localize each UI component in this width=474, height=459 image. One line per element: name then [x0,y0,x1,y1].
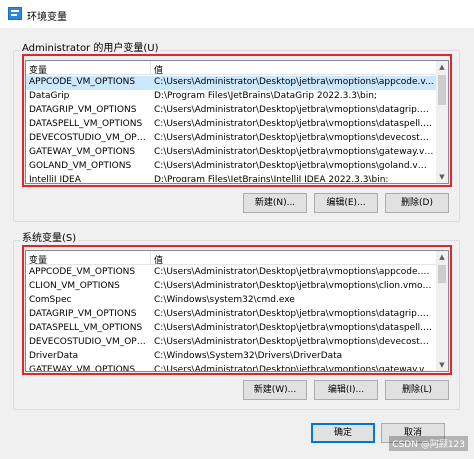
variable-name-cell: GATEWAY_VM_OPTIONS [29,365,136,372]
variable-value-cell: C:\Windows\system32\cmd.exe [154,295,295,305]
variable-value-cell: C:\Users\Administrator\Desktop\jetbra\vm… [154,337,434,347]
variable-value-cell: C:\Users\Administrator\Desktop\jetbra\vm… [154,161,434,171]
table-row[interactable]: GATEWAY_VM_OPTIONS C:\Users\Administrator… [26,146,436,160]
scroll-up-arrow-icon[interactable]: ▲ [436,251,448,263]
table-row[interactable]: DATASPELL_VM_OPTIONS C:\Users\Administrat… [26,322,436,336]
variable-name-cell: GATEWAY_VM_OPTIONS [29,147,136,157]
column-divider[interactable] [150,61,151,75]
system-vars-scrollbar[interactable]: ▲ ▼ [436,251,448,371]
variable-name-cell: DATASPELL_VM_OPTIONS [29,119,143,129]
variable-value-cell: C:\Users\Administrator\Desktop\jetbra\vm… [154,365,434,372]
table-row[interactable]: DataGrip D:\Program Files\JetBrains\DataG… [26,90,436,104]
variable-value-cell: C:\Users\Administrator\Desktop\jetbra\vm… [154,309,434,319]
variable-name-cell: DATAGRIP_VM_OPTIONS [29,309,137,319]
system-vars-label: 系统变量(S) [20,229,79,244]
variable-value-cell: C:\Users\Administrator\Desktop\jetbra\vm… [154,105,434,115]
variable-value-cell: C:\Users\Administrator\Desktop\jetbra\vm… [154,119,434,129]
user-delete-button[interactable]: 删除(D) [385,193,449,213]
table-row[interactable]: DEVECOSTUDIO_VM_OPTI... C:\Users\Administ… [26,336,436,350]
table-row[interactable]: GOLAND_VM_OPTIONS C:\Users\Administrator\… [26,160,436,174]
user-vars-label: Administrator 的用户变量(U) [20,39,161,54]
system-vars-header: 变量 值 [26,251,436,266]
variable-name-cell: CLION_VM_OPTIONS [29,281,120,291]
system-delete-button[interactable]: 删除(L) [385,380,449,400]
variable-name-cell: IntelliJ IDEA [29,175,81,182]
variable-value-cell: C:\Users\Administrator\Desktop\jetbra\vm… [154,281,434,291]
variable-name-cell: ComSpec [29,295,72,305]
variable-name-cell: DEVECOSTUDIO_VM_OPTI... [29,337,147,347]
table-row[interactable]: DATASPELL_VM_OPTIONS C:\Users\Administrat… [26,118,436,132]
system-vars-list[interactable]: 变量 值 APPCODE_VM_OPTIONS C:\Users\Administ… [25,250,449,372]
variable-value-cell: C:\Users\Administrator\Desktop\jetbra\vm… [154,267,434,277]
variable-name-cell: GOLAND_VM_OPTIONS [29,161,132,171]
system-edit-button[interactable]: 编辑(I)... [314,380,378,400]
table-row[interactable]: ComSpec C:\Windows\system32\cmd.exe [26,294,436,308]
variable-name-cell: DATAGRIP_VM_OPTIONS [29,105,137,115]
variable-name-cell: DEVECOSTUDIO_VM_OPTI... [29,133,147,143]
table-row[interactable]: DriverData C:\Windows\System32\Drivers\Dr… [26,350,436,364]
system-new-button[interactable]: 新建(W)... [243,380,307,400]
variable-name-cell: DATASPELL_VM_OPTIONS [29,323,143,333]
variable-value-cell: C:\Users\Administrator\Desktop\jetbra\vm… [154,323,434,333]
variable-value-cell: D:\Program Files\JetBrains\IntelliJ IDEA… [154,175,389,182]
table-row[interactable]: CLION_VM_OPTIONS C:\Users\Administrator\D… [26,280,436,294]
variable-value-cell: C:\Windows\System32\Drivers\DriverData [154,351,343,361]
scroll-down-arrow-icon[interactable]: ▼ [436,359,448,371]
window-title: 环境变量 [27,12,67,23]
environment-window-icon [8,7,22,20]
table-row[interactable]: GATEWAY_VM_OPTIONS C:\Users\Administrator… [26,364,436,372]
variable-value-cell: C:\Users\Administrator\Desktop\jetbra\vm… [154,147,434,157]
scroll-up-arrow-icon[interactable]: ▲ [436,61,448,73]
variable-value-cell: C:\Users\Administrator\Desktop\jetbra\vm… [154,77,434,87]
column-header-name[interactable]: 变量 [29,63,47,76]
table-row[interactable]: DATAGRIP_VM_OPTIONS C:\Users\Administrato… [26,104,436,118]
column-header-value[interactable]: 值 [154,63,163,76]
title-bar: 环境变量 [0,0,474,28]
column-divider[interactable] [150,251,151,265]
table-row[interactable]: APPCODE_VM_OPTIONS C:\Users\Administrator… [26,266,436,280]
scrollbar-thumb[interactable] [438,265,446,283]
variable-name-cell: DataGrip [29,91,70,101]
column-header-name[interactable]: 变量 [29,253,47,266]
variable-value-cell: C:\Users\Administrator\Desktop\jetbra\vm… [154,133,434,143]
scroll-down-arrow-icon[interactable]: ▼ [436,171,448,183]
table-row[interactable]: DEVECOSTUDIO_VM_OPTI... C:\Users\Administ… [26,132,436,146]
user-new-button[interactable]: 新建(N)... [243,193,307,213]
column-header-value[interactable]: 值 [154,253,163,266]
user-edit-button[interactable]: 编辑(E)... [314,193,378,213]
variable-name-cell: APPCODE_VM_OPTIONS [29,77,136,87]
user-vars-list[interactable]: 变量 值 APPCODE_VM_OPTIONS C:\Users\Administ… [25,60,449,184]
variable-name-cell: APPCODE_VM_OPTIONS [29,267,136,277]
scrollbar-thumb[interactable] [438,75,446,105]
user-vars-header: 变量 值 [26,61,436,76]
table-row[interactable]: APPCODE_VM_OPTIONS C:\Users\Administrator… [26,76,436,90]
variable-name-cell: DriverData [29,351,79,361]
table-row[interactable]: DATAGRIP_VM_OPTIONS C:\Users\Administrato… [26,308,436,322]
user-vars-scrollbar[interactable]: ▲ ▼ [436,61,448,183]
watermark: CSDN @阿顾123 [389,436,468,451]
table-row[interactable]: IntelliJ IDEA D:\Program Files\JetBrains\… [26,174,436,182]
ok-button[interactable]: 确定 [311,423,375,443]
variable-value-cell: D:\Program Files\JetBrains\DataGrip 2022… [154,91,377,101]
